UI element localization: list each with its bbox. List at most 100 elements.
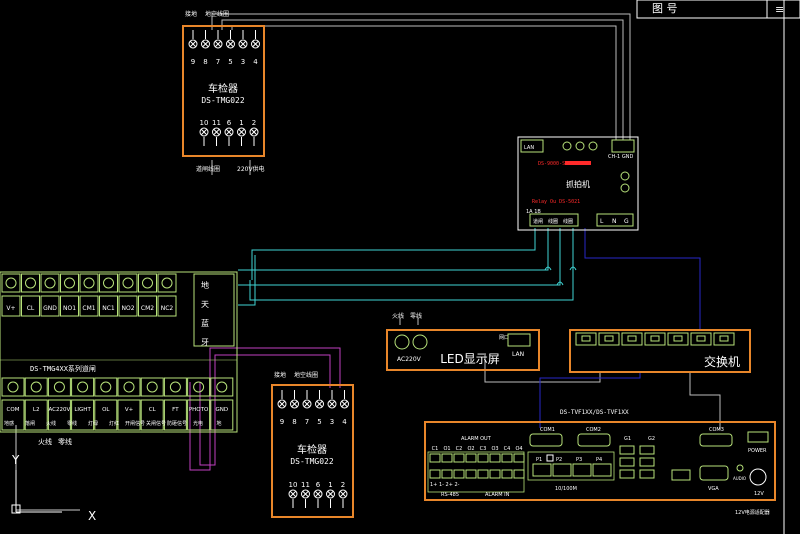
- controller-com1: COM1: [540, 427, 555, 433]
- capture-right-small: CH-1 GND: [608, 154, 633, 160]
- controller-usb-ports: [619, 445, 691, 481]
- barrier-bottom-label: 关闸信号: [146, 420, 166, 427]
- controller-rs485-terminal: [453, 469, 465, 479]
- controller-eth-port-label: P3: [576, 457, 582, 463]
- led-label-neutral: 零线: [410, 312, 422, 320]
- controller-alarm-terminal: [453, 453, 465, 463]
- detector-bottom-pin-label: 9: [280, 418, 284, 426]
- controller-com2: COM2: [586, 427, 601, 433]
- switch-name: 交换机: [704, 354, 740, 369]
- barrier-power-live: 火线: [38, 437, 52, 446]
- detector-top-label-coil: 地空线圈: [205, 10, 229, 18]
- controller-alarm-pins: C1 O1 C2 O2 C3 O3 C4 O4: [429, 446, 525, 479]
- barrier-gate-controller: V+ CL GND NO1 CM1 NC1 NO2 CM2 NC2 地天蓝牙 DS-TMG4XX…: [0, 271, 238, 446]
- lane-controller: DS-TVF1XX/DS-TVF1XX COM1 COM2 COM3 ALARM…: [424, 409, 776, 516]
- barrier-bottom-label: 防砸信号: [167, 420, 187, 427]
- barrier-bottom-terminal: [24, 377, 48, 397]
- capture-pin-g: G: [624, 218, 629, 225]
- detector-top-pins: 98 75 34: [188, 30, 260, 66]
- controller-alarm-out: ALARM OUT: [461, 436, 492, 442]
- barrier-bottom-terminal: [71, 377, 95, 397]
- detector-top-bottom-pins: 10 11 6 1 2: [199, 119, 259, 146]
- controller-ports-label: 10/100M: [555, 486, 577, 492]
- switch-port: [690, 332, 712, 346]
- barrier-top-terminal: [157, 273, 177, 293]
- network-switch: 交换机: [569, 329, 751, 373]
- controller-supply-label: 12V电源适配器: [735, 509, 770, 516]
- capture-pin-coil-a: 线圈: [548, 218, 558, 225]
- controller-rs485-pins: 1+ 1- 2+ 2-: [430, 482, 460, 488]
- barrier-cable-label: 蓝: [201, 318, 209, 328]
- barrier-top-terminal: [21, 273, 40, 293]
- barrier-series: DS-TMG4XX系列道闸: [30, 364, 96, 373]
- barrier-bottom-terminal-label: PHOTO: [189, 407, 209, 413]
- detector-top-label-ground: 接地: [185, 10, 197, 18]
- detector-bottom-model: DS-TMG022: [290, 457, 334, 466]
- controller-alarm-pin-label: O1: [443, 446, 450, 452]
- barrier-bottom-label: 火线: [46, 420, 56, 427]
- barrier-top-terminal: [60, 273, 79, 293]
- barrier-top-terminals: V+ CL GND NO1 CM1 NC1 NO2 CM2 NC2: [1, 273, 177, 317]
- capture-pin-l: L: [600, 218, 604, 225]
- controller-alarm-pin-label: O2: [467, 446, 474, 452]
- detector-top-pin-label: 3: [241, 58, 245, 66]
- controller-alarm-terminal: [501, 453, 513, 463]
- barrier-bottom-terminal: [140, 377, 164, 397]
- switch-port: [644, 332, 666, 346]
- switch-port: [598, 332, 620, 346]
- detector-top-pin-label: 7: [216, 58, 220, 66]
- detector-bottom-bottom-pin-label: 2: [341, 481, 345, 489]
- barrier-bottom-label: 开闸信号: [125, 420, 145, 427]
- barrier-bottom-terminal-label: COM: [7, 407, 20, 413]
- barrier-bottom-terminal: [94, 377, 118, 397]
- controller-alarm-terminal: [489, 453, 501, 463]
- ucs-y: Y: [11, 453, 20, 467]
- detector-bottom-pin-label: 4: [342, 418, 347, 426]
- detector-bottom-label-ground: 接地: [274, 371, 286, 379]
- led-ac: AC220V: [397, 356, 422, 363]
- switch-port: [621, 332, 643, 346]
- barrier-top-terminal-label: NC2: [161, 305, 174, 312]
- detector-top-model: DS-TMG022: [201, 96, 245, 105]
- detector-top-pin-label: 9: [191, 58, 195, 66]
- switch-ports: [575, 332, 735, 346]
- barrier-top-terminal-label: GND: [43, 305, 57, 312]
- barrier-top-terminal: [118, 273, 138, 293]
- barrier-cable-labels: 地天蓝牙: [201, 280, 209, 347]
- controller-alarm-pin-label: O3: [491, 446, 498, 452]
- barrier-top-terminal-label: NC1: [102, 305, 115, 312]
- detector-top-bottom-pin-label: 6: [227, 119, 232, 127]
- barrier-bottom-labels: 地感 落闸 火线 零线 灯绿 灯红 开闸信号 关闸信号 防砸信号 光电 地: [4, 420, 222, 427]
- barrier-bottom-terminal: [163, 377, 187, 397]
- controller-rs485: RS-485: [441, 492, 459, 498]
- controller-ethernet-ports: P1 P2 P3 P4: [532, 454, 612, 477]
- controller-alarm-pin-label: C2: [456, 446, 463, 452]
- detector-bottom-pin-label: 5: [317, 418, 321, 426]
- barrier-bottom-terminal-label: AC220V: [49, 407, 71, 413]
- barrier-bottom-terminal: [47, 377, 71, 397]
- detector-bottom-pins: 98 75 34: [277, 390, 349, 426]
- barrier-bottom-label: 灯绿: [88, 420, 98, 427]
- capture-pin-n: N: [612, 218, 617, 225]
- capture-camera: LAN DS-9000-SXX CH-1 GND 抓拍机 Relay Ou DS…: [517, 136, 639, 231]
- barrier-bottom-terminal-label: L2: [33, 407, 40, 413]
- detector-top-bottom-pin-label: 11: [212, 119, 221, 127]
- barrier-bottom-terminal: [1, 377, 25, 397]
- controller-eth-port: [592, 463, 612, 477]
- controller-rs485-terminal: [465, 469, 477, 479]
- detector-bottom-bottom-pin-label: 11: [301, 481, 310, 489]
- controller-eth-port: [532, 463, 552, 477]
- detector-bottom-label-coil: 地空线圈: [294, 371, 318, 379]
- barrier-bottom-terminal: [117, 377, 141, 397]
- capture-name: 抓拍机: [566, 179, 590, 189]
- barrier-top-terminal: [79, 273, 99, 293]
- controller-g1: G1: [624, 436, 631, 442]
- barrier-bottom-label: 地: [216, 420, 221, 427]
- switch-port: [667, 332, 689, 346]
- switch-port: [575, 332, 597, 346]
- barrier-bottom-terminal-label: FT: [172, 407, 179, 413]
- controller-alarm-terminal: [477, 453, 489, 463]
- controller-alarm-terminal: [429, 453, 441, 463]
- detector-bottom-pin-label: 3: [330, 418, 334, 426]
- detector-top-bottom-pin-label: 1: [239, 119, 243, 127]
